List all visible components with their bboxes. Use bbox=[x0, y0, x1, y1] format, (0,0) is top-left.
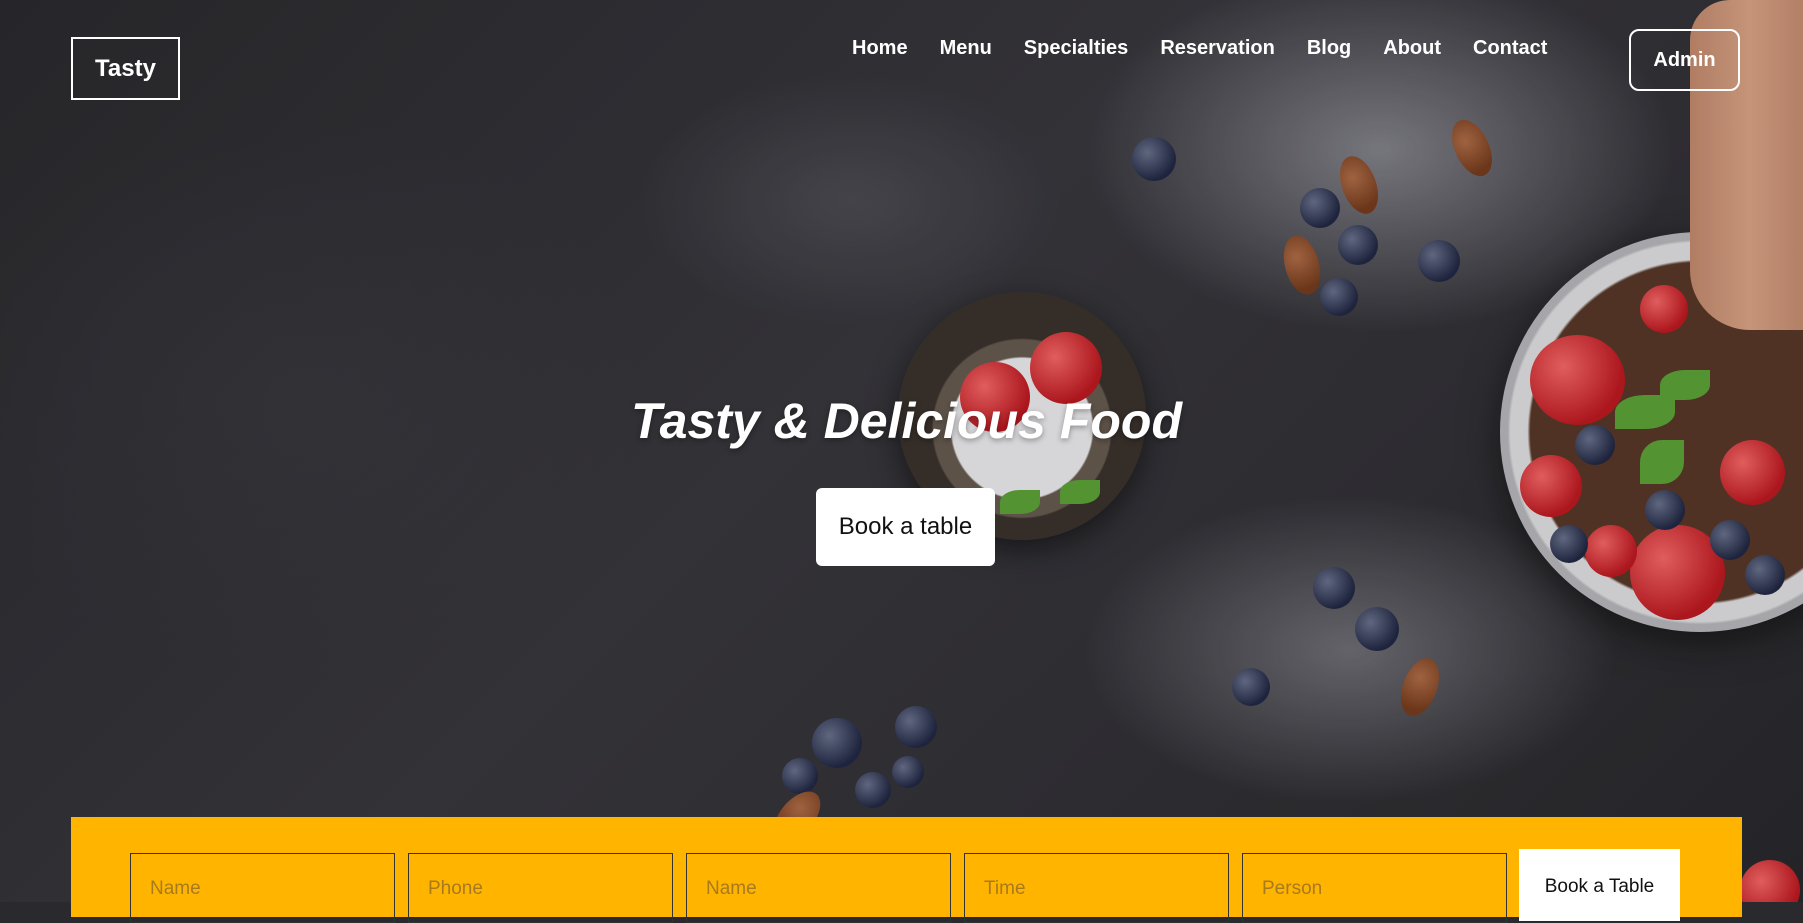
name-input-second[interactable]: Name bbox=[686, 853, 951, 923]
nav-item-blog[interactable]: Blog bbox=[1291, 28, 1367, 68]
strawberry-decor bbox=[1585, 525, 1637, 577]
nav-item-reservation[interactable]: Reservation bbox=[1144, 28, 1291, 68]
name-input[interactable]: Name bbox=[130, 853, 395, 923]
blueberry-decor bbox=[1355, 607, 1399, 651]
blueberry-decor bbox=[1320, 278, 1358, 316]
site-logo[interactable]: Tasty bbox=[71, 37, 180, 100]
main-nav: Home Menu Specialties Reservation Blog A… bbox=[840, 28, 1563, 68]
almond-decor bbox=[1277, 231, 1327, 299]
logo-text: Tasty bbox=[95, 54, 156, 82]
nav-item-contact[interactable]: Contact bbox=[1457, 28, 1563, 68]
blueberry-decor bbox=[782, 758, 818, 794]
almond-decor bbox=[1443, 113, 1501, 183]
blueberry-decor bbox=[1132, 137, 1176, 181]
hero-background-image bbox=[0, 0, 1803, 902]
strawberry-decor bbox=[1520, 455, 1582, 517]
book-a-table-submit-button[interactable]: Book a Table bbox=[1519, 849, 1680, 921]
book-table-button[interactable]: Book a table bbox=[816, 488, 995, 566]
almond-decor bbox=[1393, 652, 1447, 722]
nav-item-home[interactable]: Home bbox=[840, 28, 924, 68]
blueberry-decor bbox=[1745, 555, 1785, 595]
admin-button[interactable]: Admin bbox=[1629, 29, 1740, 91]
nav-item-specialties[interactable]: Specialties bbox=[1008, 28, 1145, 68]
blueberry-decor bbox=[1313, 567, 1355, 609]
blueberry-decor bbox=[812, 718, 862, 768]
blueberry-decor bbox=[1300, 188, 1340, 228]
strawberry-decor bbox=[1740, 860, 1800, 902]
hero-title: Tasty & Delicious Food bbox=[630, 393, 1182, 449]
admin-button-label: Admin bbox=[1653, 48, 1716, 71]
nav-item-about[interactable]: About bbox=[1367, 28, 1457, 68]
blueberry-decor bbox=[895, 706, 937, 748]
blueberry-decor bbox=[1710, 520, 1750, 560]
book-table-button-label: Book a table bbox=[838, 513, 973, 540]
blueberry-decor bbox=[1232, 668, 1270, 706]
phone-input[interactable]: Phone bbox=[408, 853, 673, 923]
submit-button-label: Book a Table bbox=[1544, 876, 1655, 897]
strawberry-decor bbox=[1630, 525, 1725, 620]
blueberry-decor bbox=[892, 756, 924, 788]
blueberry-decor bbox=[855, 772, 891, 808]
mint-leaf-decor bbox=[1060, 480, 1100, 504]
blueberry-decor bbox=[1645, 490, 1685, 530]
blueberry-decor bbox=[1418, 240, 1460, 282]
time-input[interactable]: Time bbox=[964, 853, 1229, 923]
almond-decor bbox=[1332, 150, 1386, 220]
booking-form: Name Phone Name Time Person Book a Table bbox=[71, 817, 1742, 923]
blueberry-decor bbox=[1550, 525, 1588, 563]
person-input[interactable]: Person bbox=[1242, 853, 1507, 923]
nav-item-menu[interactable]: Menu bbox=[924, 28, 1008, 68]
blueberry-decor bbox=[1338, 225, 1378, 265]
mint-leaf-decor bbox=[1000, 490, 1040, 514]
strawberry-decor bbox=[1640, 285, 1688, 333]
